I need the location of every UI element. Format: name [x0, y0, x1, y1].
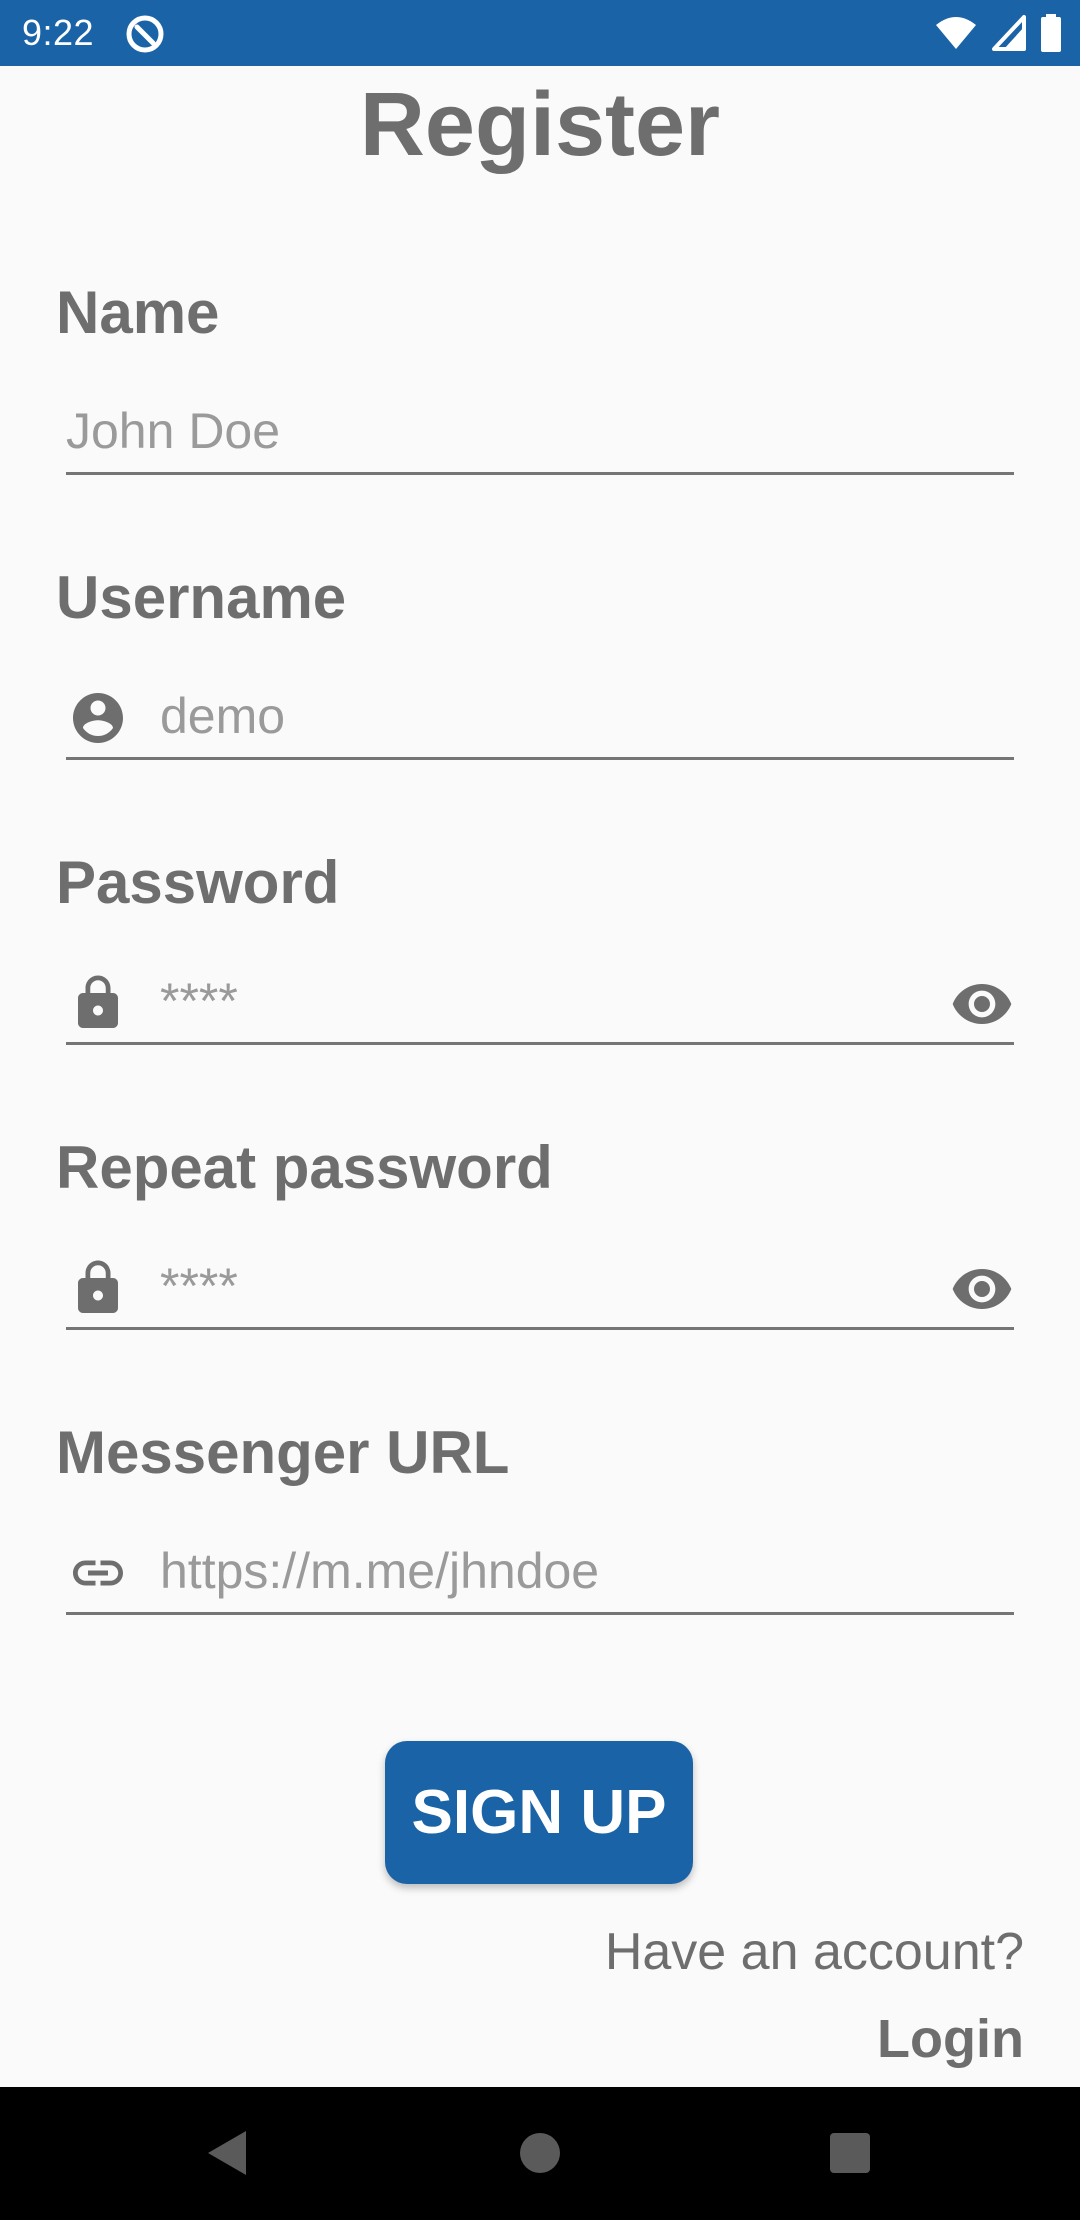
recents-icon[interactable]	[820, 2123, 880, 2183]
name-label: Name	[56, 279, 220, 346]
password-field[interactable]	[66, 955, 1014, 1045]
battery-icon	[1041, 14, 1061, 52]
messenger-url-input[interactable]	[160, 1539, 1000, 1603]
status-time: 9:22	[22, 12, 95, 53]
username-field[interactable]	[66, 670, 1014, 760]
lock-icon	[78, 975, 118, 1028]
name-field[interactable]	[66, 385, 1014, 475]
password-label: Password	[56, 849, 340, 916]
app-notification-icon	[126, 15, 164, 53]
login-link[interactable]: Login	[877, 2007, 1024, 2071]
lock-icon	[78, 1260, 118, 1313]
account-circle-icon	[73, 693, 123, 743]
messenger-url-label: Messenger URL	[56, 1419, 510, 1486]
page-title: Register	[359, 75, 721, 175]
wifi-icon	[936, 17, 976, 49]
eye-icon[interactable]	[950, 1262, 1014, 1316]
repeat-password-label: Repeat password	[56, 1134, 553, 1201]
status-icons	[934, 12, 1062, 54]
username-input[interactable]	[160, 684, 1000, 748]
back-icon[interactable]	[198, 2123, 258, 2183]
signup-button[interactable]: SIGN UP	[385, 1741, 693, 1884]
eye-icon[interactable]	[950, 977, 1014, 1031]
name-input[interactable]	[66, 399, 1006, 463]
repeat-password-input[interactable]	[160, 1254, 900, 1318]
repeat-password-field[interactable]	[66, 1240, 1014, 1330]
link-icon	[73, 1560, 123, 1586]
password-input[interactable]	[160, 969, 900, 1033]
cell-signal-icon	[992, 15, 1026, 51]
have-account-text: Have an account?	[604, 1923, 1024, 1981]
username-label: Username	[56, 564, 347, 631]
messenger-url-field[interactable]	[66, 1525, 1014, 1615]
navigation-bar	[0, 2087, 1080, 2220]
status-bar: 9:22	[0, 0, 1080, 66]
home-icon[interactable]	[510, 2123, 570, 2183]
